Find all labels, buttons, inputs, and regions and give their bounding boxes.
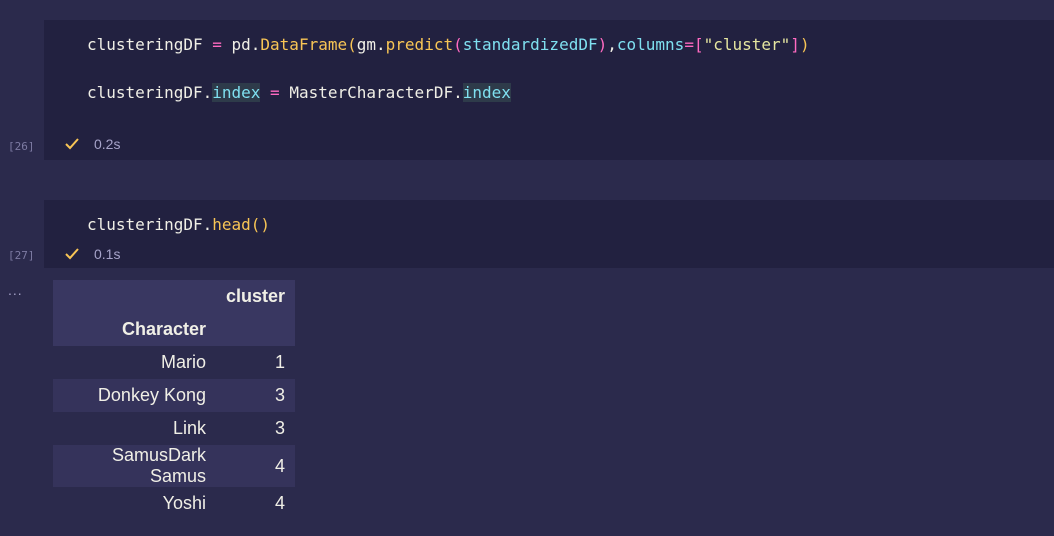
row-index-label: Yoshi (53, 487, 216, 520)
code-token: = (270, 83, 280, 102)
code-token: = (684, 35, 694, 54)
code-line[interactable]: clusteringDF.head() (87, 214, 270, 236)
row-index-label: Mario (53, 346, 216, 379)
execution-count: [27] (8, 249, 35, 262)
code-token: DataFrame (260, 35, 348, 54)
notebook-page: clusteringDF = pd.DataFrame(gm.predict(s… (0, 0, 1054, 536)
code-token: . (202, 83, 213, 102)
index-name-row: Character (53, 313, 296, 346)
code-token: "cluster" (703, 35, 791, 54)
code-token: ( (453, 35, 463, 54)
check-icon (65, 138, 79, 150)
code-token: = (212, 35, 222, 54)
code-token: gm (356, 35, 377, 54)
execution-duration: 0.1s (94, 246, 121, 262)
code-cell-26[interactable]: clusteringDF = pd.DataFrame(gm.predict(s… (44, 20, 1054, 160)
index-name-character: Character (53, 313, 216, 346)
code-line[interactable]: clusteringDF = pd.DataFrame(gm.predict(s… (87, 34, 810, 56)
code-token: pd. (221, 35, 261, 54)
code-token: , (607, 35, 617, 54)
code-token: ) (799, 35, 810, 54)
cluster-value-cell: 3 (216, 379, 296, 412)
table-row: SamusDark Samus 4 (53, 445, 296, 487)
code-token: . (453, 83, 463, 102)
code-token: columns (616, 35, 685, 54)
cluster-value-cell: 4 (216, 487, 296, 520)
row-index-label: Donkey Kong (53, 379, 216, 412)
code-token: MasterCharacterDF (279, 83, 454, 102)
table-body: Mario 1 Donkey Kong 3 Link 3 SamusDark Samus 4 Y… (53, 346, 296, 520)
output-menu-ellipsis-icon[interactable]: ... (8, 282, 23, 298)
code-cell-27[interactable]: clusteringDF.head() 0.1s (44, 200, 1054, 268)
table-corner-cell (53, 280, 216, 313)
row-index-label: Link (53, 412, 216, 445)
execution-count: [26] (8, 140, 35, 153)
dataframe-output-table: cluster Character Mario 1 Donkey Kong 3 Link… (53, 280, 296, 520)
table-row: Donkey Kong 3 (53, 379, 296, 412)
code-token: . (202, 215, 213, 234)
code-token: ( (347, 35, 357, 54)
code-token: ] (790, 35, 800, 54)
cluster-value-cell: 3 (216, 412, 296, 445)
code-token: () (250, 215, 271, 234)
code-line[interactable]: clusteringDF.index = MasterCharacterDF.i… (87, 82, 511, 104)
execution-duration: 0.2s (94, 136, 121, 152)
code-token: clusteringDF (87, 35, 203, 54)
code-token: clusteringDF (87, 215, 203, 234)
cell-status: 0.1s (64, 246, 120, 262)
check-icon (65, 248, 79, 260)
row-index-label: SamusDark Samus (53, 445, 216, 487)
code-token: [ (693, 35, 704, 54)
cluster-value-cell: 1 (216, 346, 296, 379)
cell-status: 0.2s (64, 136, 120, 152)
column-header-cluster: cluster (216, 280, 296, 313)
code-token: . (376, 35, 386, 54)
index-name-empty-cell (216, 313, 296, 346)
table-row: Yoshi 4 (53, 487, 296, 520)
table-row: Link 3 (53, 412, 296, 445)
code-token: ) (597, 35, 608, 54)
code-token: index (212, 83, 261, 102)
table-header-row: cluster (53, 280, 296, 313)
code-token: clusteringDF (87, 83, 203, 102)
code-token: standardizedDF (462, 35, 598, 54)
cluster-value-cell: 4 (216, 445, 296, 487)
code-token: index (462, 83, 511, 102)
code-token: head (212, 215, 251, 234)
table-row: Mario 1 (53, 346, 296, 379)
code-token: predict (385, 35, 454, 54)
